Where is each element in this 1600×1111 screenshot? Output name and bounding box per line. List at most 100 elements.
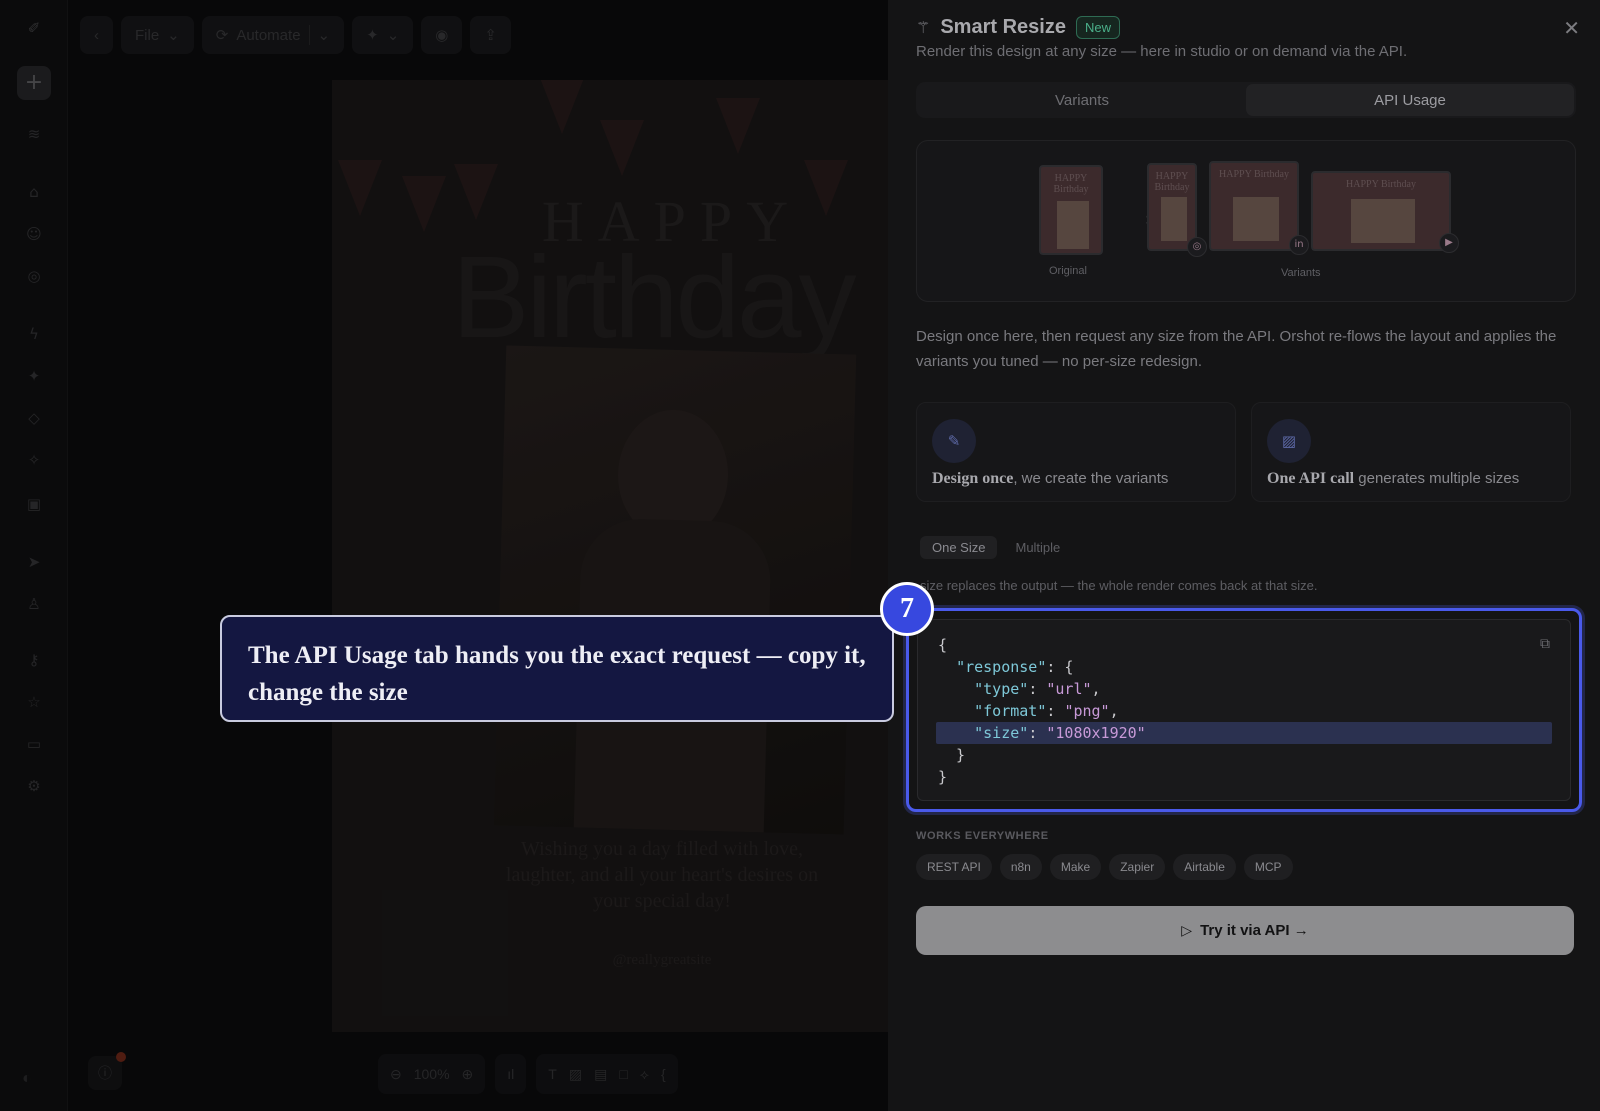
resize-preview: HAPPY Birthday Original › HAPPY Birthday… — [916, 140, 1576, 302]
code-line: "type": "url", — [974, 680, 1101, 698]
zoom-level: 100% — [413, 1066, 450, 1082]
chip-rest-api[interactable]: REST API — [916, 854, 992, 880]
chip-airtable[interactable]: Airtable — [1173, 854, 1236, 880]
image-icon[interactable]: ▣ — [24, 494, 44, 514]
team-icon[interactable]: ☺ — [24, 224, 44, 244]
tab-api-usage[interactable]: API Usage — [1246, 84, 1574, 116]
tutorial-step-badge: 7 — [880, 582, 934, 636]
bunting-flag — [600, 120, 644, 176]
audio-tool-button[interactable]: ıl — [495, 1054, 527, 1094]
feature-card-one-api-call: ▨ One API call generates multiple sizes — [1251, 402, 1571, 502]
feature-card-text: Design once, we create the variants — [932, 470, 1168, 488]
instagram-variant-thumbnail: HAPPY Birthday — [1147, 163, 1197, 251]
preview-button[interactable]: ◉ — [421, 16, 463, 54]
elements-tool-icon[interactable]: ⟡ — [640, 1066, 649, 1083]
chip-zapier[interactable]: Zapier — [1109, 854, 1166, 880]
file-menu-button[interactable]: File ⌄ — [121, 16, 194, 54]
code-value: "url" — [1046, 680, 1092, 698]
chip-n8n[interactable]: n8n — [999, 854, 1042, 880]
insert-tools: T ▨ ▤ □ ⟡ { — [536, 1054, 678, 1094]
youtube-icon: ▶ — [1439, 233, 1459, 253]
feature-card-bold: Design once — [932, 470, 1014, 487]
bunting-flag — [716, 98, 760, 154]
design-canvas[interactable]: HAPPY Birthday Wishing you a day filled … — [332, 80, 892, 1032]
linkedin-variant-thumbnail: HAPPY Birthday — [1209, 161, 1299, 251]
back-button[interactable]: ‹ — [80, 16, 113, 54]
panel-tabs: Variants API Usage — [916, 82, 1576, 118]
info-icon: ⓘ — [98, 1065, 112, 1081]
pencil-icon: ✎ — [932, 419, 976, 463]
code-line: "format": "png", — [974, 702, 1119, 720]
panel-title: Smart Resize — [940, 16, 1066, 38]
chip-make[interactable]: Make — [1049, 854, 1102, 880]
logo-icon[interactable]: ✐ — [24, 18, 44, 38]
linkedin-icon: in — [1289, 235, 1309, 255]
star-icon[interactable]: ☆ — [24, 692, 44, 712]
try-api-button[interactable]: ▷ Try it via API → — [916, 906, 1574, 955]
segment-multiple[interactable]: Multiple — [1003, 536, 1072, 559]
card-icon[interactable]: ▭ — [24, 734, 44, 754]
panel-description: Design once here, then request any size … — [916, 328, 1557, 370]
text-tool-icon[interactable]: T — [548, 1066, 557, 1082]
copy-icon[interactable]: ⧉ — [1540, 636, 1550, 652]
notification-dot — [116, 1052, 126, 1062]
code-line: { — [938, 634, 1550, 656]
thumb-title: HAPPY Birthday — [1346, 179, 1416, 190]
code-key: "response" — [956, 658, 1047, 676]
image-tool-icon[interactable]: ▨ — [569, 1066, 582, 1083]
code-key: "type" — [974, 680, 1029, 698]
size-mode-segmented-control: One Size Multiple — [920, 536, 1072, 559]
top-toolbar: ‹ File ⌄ ⟳ Automate ⌄ ✦ ⌄ ◉ ⇪ — [80, 16, 511, 54]
code-brace: { — [938, 636, 948, 654]
bolt-icon[interactable]: ϟ — [24, 324, 44, 344]
try-api-label: Try it via API → — [1200, 922, 1309, 939]
panel-subtitle: Render this design at any size — here in… — [916, 43, 1408, 60]
chevron-down-icon: ⌄ — [386, 27, 400, 44]
tab-variants[interactable]: Variants — [918, 84, 1246, 116]
poster-photo — [493, 345, 857, 835]
chevron-left-icon: ‹ — [94, 26, 99, 44]
magic-tools-button[interactable]: ✦ ⌄ — [352, 16, 414, 54]
code-key: "format" — [974, 702, 1047, 720]
key-icon[interactable]: ⚷ — [24, 650, 44, 670]
feature-card-bold: One API call — [1267, 470, 1355, 487]
palette-icon[interactable]: ◎ — [24, 266, 44, 286]
bottom-toolbar: ⊖ 100% ⊕ ıl T ▨ ▤ □ ⟡ { — [378, 1054, 678, 1094]
youtube-variant-thumbnail: HAPPY Birthday — [1311, 171, 1451, 251]
shape-tool-icon[interactable]: □ — [619, 1066, 627, 1082]
feature-card-text: One API call generates multiple sizes — [1267, 470, 1519, 488]
info-button[interactable]: ⓘ — [88, 1052, 126, 1090]
poster-wish-text: Wishing you a day filled with love, laug… — [505, 838, 819, 912]
code-line: } — [938, 766, 1550, 788]
original-caption: Original — [1049, 265, 1087, 277]
zoom-in-icon[interactable]: ⊕ — [462, 1066, 474, 1083]
zoom-out-icon[interactable]: ⊖ — [390, 1066, 402, 1083]
magic-icon[interactable]: ✦ — [24, 366, 44, 386]
close-icon[interactable]: ✕ — [1563, 16, 1580, 40]
chevron-down-icon: ⌄ — [317, 27, 331, 44]
sparkle-icon[interactable]: ✧ — [24, 450, 44, 470]
settings-icon[interactable]: ⚙ — [24, 776, 44, 796]
api-request-code-block[interactable]: ⧉ { "response": { "type": "url", "format… — [917, 619, 1571, 801]
code-line: "response": { — [956, 658, 1074, 676]
play-icon: ▷ — [1181, 922, 1193, 939]
layers-icon[interactable]: ◇ — [24, 408, 44, 428]
users-icon[interactable]: ♙ — [24, 594, 44, 614]
home-icon[interactable]: ⌂ — [24, 182, 44, 202]
share-button[interactable]: ⇪ — [470, 16, 511, 54]
add-button[interactable]: + — [17, 66, 51, 100]
code-line-highlighted: "size": "1080x1920" — [936, 722, 1552, 744]
layout-icon[interactable]: ≋ — [24, 124, 44, 144]
bunting-flag — [540, 80, 584, 134]
chip-mcp[interactable]: MCP — [1243, 854, 1293, 880]
segment-one-size[interactable]: One Size — [920, 536, 998, 559]
panel-header: ⚚ Smart Resize New — [916, 16, 1120, 39]
highlighted-code-frame: ⧉ { "response": { "type": "url", "format… — [906, 608, 1582, 812]
instagram-icon: ◎ — [1187, 237, 1207, 257]
send-icon[interactable]: ➤ — [24, 552, 44, 572]
thumb-photo — [1233, 197, 1279, 241]
user-avatar-icon[interactable]: ◐ — [22, 1070, 46, 1094]
media-tool-icon[interactable]: ▤ — [594, 1066, 607, 1083]
automate-button[interactable]: ⟳ Automate ⌄ — [201, 16, 345, 54]
code-tool-icon[interactable]: { — [661, 1066, 666, 1082]
